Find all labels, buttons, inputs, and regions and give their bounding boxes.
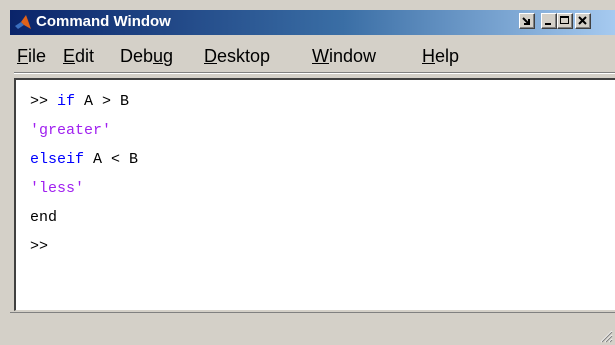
menu-help[interactable]: Help [422,46,459,67]
maximize-icon [560,16,569,24]
command-window: Command Window File Edit Debug Desktop W… [0,0,615,345]
menu-debug[interactable]: Debug [120,46,173,67]
resize-grip-icon[interactable] [597,327,613,343]
undock-icon [522,17,530,25]
minimize-button[interactable] [541,13,557,29]
menu-file[interactable]: File [17,46,46,67]
console-line: 'less' [30,180,85,197]
console-line: elseif A < B [30,151,139,168]
minimize-icon [545,23,551,25]
console-line: >> if A > B [30,93,130,110]
close-button[interactable] [575,13,591,29]
maximize-button[interactable] [557,13,573,29]
console-line: end [30,209,58,226]
console-line: 'greater' [30,122,112,139]
menu-window[interactable]: Window [312,46,376,67]
command-console[interactable]: >> if A > B 'greater' elseif A < B 'less… [14,78,615,311]
status-bar [10,312,615,345]
title-bar[interactable]: Command Window [10,10,615,35]
command-prompt[interactable]: >> [30,238,48,255]
undock-button[interactable] [519,13,535,29]
close-icon [578,16,587,25]
menu-desktop[interactable]: Desktop [204,46,270,67]
menu-bar: File Edit Debug Desktop Window Help [10,35,615,73]
window-title: Command Window [36,13,171,30]
matlab-logo-icon [14,14,32,32]
menu-separator [10,72,615,74]
menu-edit[interactable]: Edit [63,46,94,67]
